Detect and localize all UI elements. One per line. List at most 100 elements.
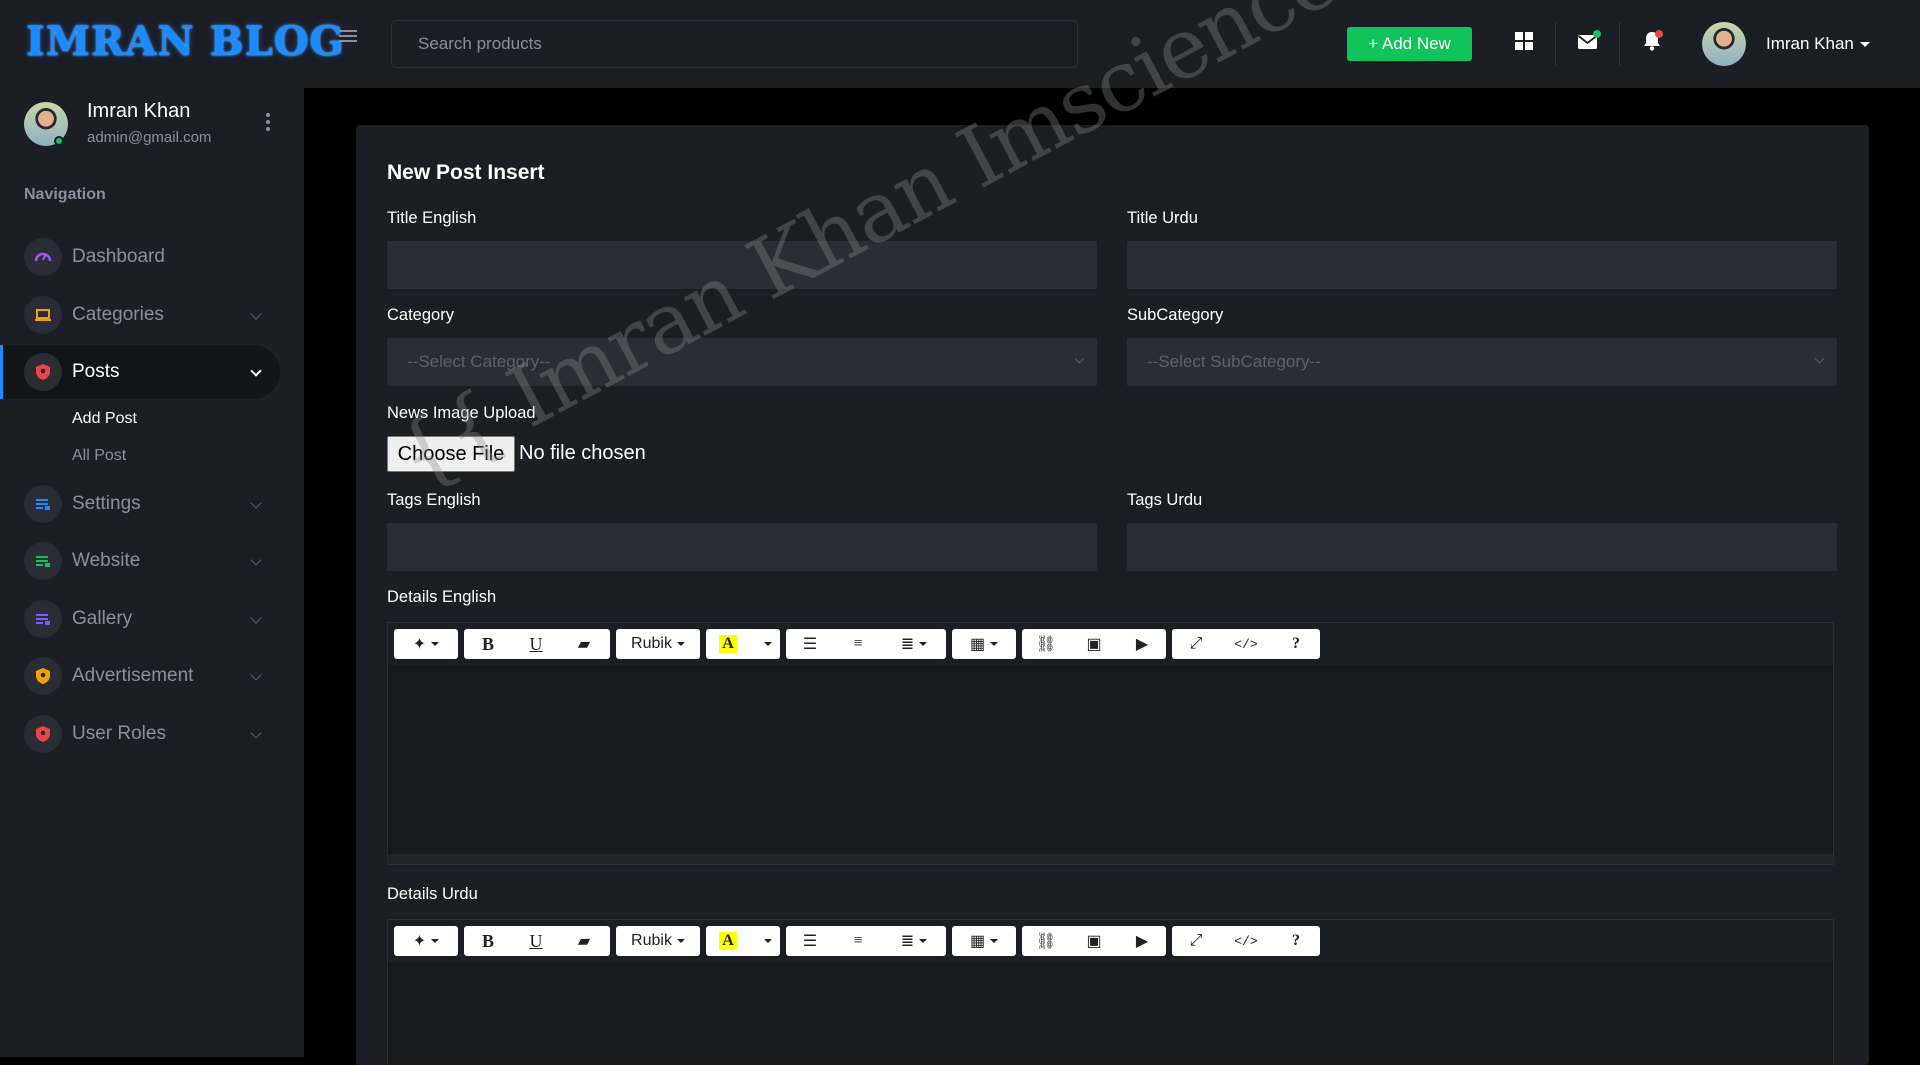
tags-urdu-input[interactable] (1127, 523, 1837, 571)
help-button[interactable]: ? (1272, 926, 1320, 956)
help-button[interactable]: ? (1272, 629, 1320, 659)
video-icon: ▶ (1135, 636, 1149, 653)
sidebar-item-gallery[interactable]: Gallery (0, 592, 280, 646)
user-menu[interactable]: Imran Khan (1766, 34, 1870, 54)
bold-button[interactable]: B (464, 629, 512, 659)
color-dropdown-button[interactable] (750, 926, 780, 956)
ordered-list-icon: ≡ (853, 932, 863, 949)
speedometer-icon (34, 252, 52, 262)
tags-english-input[interactable] (387, 523, 1097, 571)
shield-icon (36, 726, 50, 742)
title-urdu-input[interactable] (1127, 241, 1837, 289)
align-button[interactable]: ≣ (882, 629, 946, 659)
add-new-button[interactable]: + Add New (1347, 27, 1472, 61)
highlight-letter: A (719, 932, 737, 950)
eraser-button[interactable]: ▰ (560, 629, 608, 659)
ordered-list-button[interactable]: ≡ (834, 629, 882, 659)
fullscreen-icon: ⤢ (1189, 932, 1203, 949)
underline-button[interactable]: U (512, 926, 560, 956)
sidebar: Imran Khan admin@gmail.com Navigation Da… (0, 88, 304, 1057)
toolbar-group: ⛓ ▣ ▶ (1022, 926, 1166, 956)
details-urdu-editor[interactable]: ✦ B U ▰ Rubik A ☰ ≡ ≣ ▦ ⛓ ▣ ▶ ⤢ </> ? (387, 919, 1834, 1065)
font-name-dropdown[interactable]: Rubik (616, 629, 700, 659)
sidebar-item-settings[interactable]: Settings (0, 477, 280, 531)
mail-badge (1593, 30, 1601, 38)
caret-down-icon (990, 642, 999, 646)
link-button[interactable]: ⛓ (1022, 629, 1070, 659)
divider (1555, 22, 1556, 66)
choose-file-button[interactable]: Choose File (387, 436, 515, 472)
nav-icon-wrap (24, 600, 62, 638)
sidebar-item-label: Advertisement (72, 665, 194, 686)
eraser-button[interactable]: ▰ (560, 926, 608, 956)
nav-icon-wrap (24, 353, 62, 391)
editor-resize-handle[interactable] (388, 854, 1833, 864)
image-button[interactable]: ▣ (1070, 926, 1118, 956)
category-select[interactable]: --Select Category-- (387, 338, 1097, 386)
hamburger-menu-icon[interactable] (339, 30, 357, 44)
chevron-down-icon (250, 669, 262, 681)
code-view-button[interactable]: </> (1220, 926, 1272, 956)
bold-button[interactable]: B (464, 926, 512, 956)
fullscreen-button[interactable]: ⤢ (1172, 629, 1220, 659)
caret-down-icon (763, 939, 772, 943)
list-icon (36, 614, 50, 625)
ordered-list-button[interactable]: ≡ (834, 926, 882, 956)
title-english-input[interactable] (387, 241, 1097, 289)
chevron-down-icon (250, 308, 262, 320)
toolbar-group: B U ▰ (464, 629, 610, 659)
color-dropdown-button[interactable] (750, 629, 780, 659)
image-upload-label: News Image Upload (387, 404, 536, 422)
text-color-button[interactable]: A (706, 926, 750, 956)
bullet-list-icon: ☰ (802, 933, 818, 950)
toolbar-group: ✦ (394, 629, 458, 659)
table-icon: ▦ (969, 636, 986, 653)
underline-button[interactable]: U (512, 629, 560, 659)
sidebar-user-email: admin@gmail.com (87, 129, 212, 146)
sidebar-item-user-roles[interactable]: User Roles (0, 707, 280, 761)
link-button[interactable]: ⛓ (1022, 926, 1070, 956)
fullscreen-button[interactable]: ⤢ (1172, 926, 1220, 956)
image-button[interactable]: ▣ (1070, 629, 1118, 659)
details-english-editor[interactable]: ✦ B U ▰ Rubik A ☰ ≡ ≣ ▦ ⛓ ▣ ▶ ⤢ </> ? (387, 622, 1834, 865)
sidebar-item-label: Categories (72, 304, 164, 325)
apps-grid-icon[interactable] (1513, 30, 1535, 52)
font-name-dropdown[interactable]: Rubik (616, 926, 700, 956)
bullet-list-button[interactable]: ☰ (786, 629, 834, 659)
bullet-list-button[interactable]: ☰ (786, 926, 834, 956)
sidebar-item-posts[interactable]: Posts (0, 345, 280, 399)
toolbar-group: A (706, 926, 780, 956)
sidebar-item-website[interactable]: Website (0, 534, 280, 588)
sidebar-item-dashboard[interactable]: Dashboard (0, 230, 280, 284)
more-options-icon[interactable] (266, 113, 270, 134)
video-button[interactable]: ▶ (1118, 926, 1166, 956)
code-view-button[interactable]: </> (1220, 629, 1272, 659)
table-button[interactable]: ▦ (952, 629, 1016, 659)
table-button[interactable]: ▦ (952, 926, 1016, 956)
video-button[interactable]: ▶ (1118, 629, 1166, 659)
magic-style-button[interactable]: ✦ (394, 629, 458, 659)
avatar[interactable] (1702, 22, 1746, 66)
caret-down-icon (763, 642, 772, 646)
site-logo[interactable]: IMRAN BLOG (26, 18, 345, 65)
code-icon: </> (1234, 933, 1258, 949)
sidebar-item-advertisement[interactable]: Advertisement (0, 649, 280, 703)
sidebar-subitem-all-post[interactable]: All Post (72, 447, 126, 465)
subcategory-select[interactable]: --Select SubCategory-- (1127, 338, 1837, 386)
highlight-letter: A (719, 635, 737, 653)
link-icon: ⛓ (1035, 636, 1057, 653)
text-color-button[interactable]: A (706, 629, 750, 659)
align-button[interactable]: ≣ (882, 926, 946, 956)
sidebar-item-categories[interactable]: Categories (0, 288, 280, 342)
magic-style-button[interactable]: ✦ (394, 926, 458, 956)
top-bar: IMRAN BLOG + Add New Imran Khan (0, 0, 1920, 88)
details-urdu-label: Details Urdu (387, 885, 478, 903)
nav-icon-wrap (24, 238, 62, 276)
sidebar-item-label: User Roles (72, 723, 166, 744)
sidebar-subitem-add-post[interactable]: Add Post (72, 410, 137, 428)
tags-english-label: Tags English (387, 491, 481, 509)
search-input[interactable] (391, 20, 1078, 68)
editor-toolbar: ✦ B U ▰ Rubik A ☰ ≡ ≣ ▦ ⛓ ▣ ▶ ⤢ </> ? (388, 920, 1833, 962)
nav-icon-wrap (24, 657, 62, 695)
fullscreen-icon: ⤢ (1189, 635, 1203, 652)
